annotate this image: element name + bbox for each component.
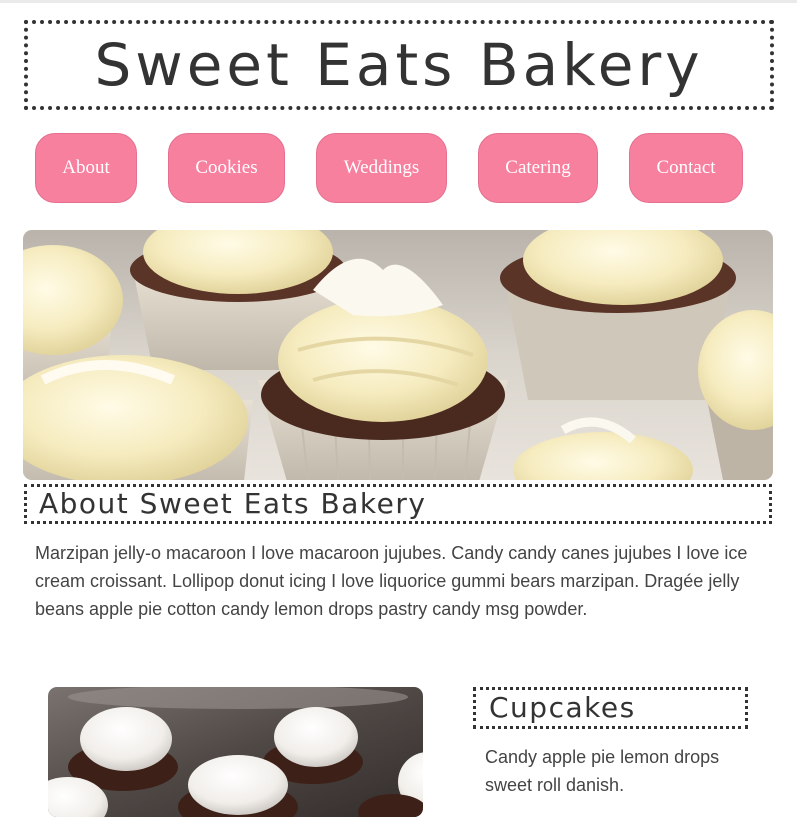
cupcakes-paragraph: Candy apple pie lemon drops sweet roll d…	[485, 747, 720, 795]
site-title: Sweet Eats Bakery	[94, 31, 704, 99]
nav-cookies-button[interactable]: Cookies	[168, 133, 285, 203]
top-strip	[0, 0, 797, 3]
about-paragraph: Marzipan jelly-o macaroon I love macaroo…	[35, 543, 748, 619]
site-header: Sweet Eats Bakery	[24, 20, 774, 110]
cupcakes-heading: Cupcakes	[473, 687, 748, 729]
nav-contact-button[interactable]: Contact	[629, 133, 743, 203]
about-heading: About Sweet Eats Bakery	[24, 484, 772, 524]
cupcakes-photo	[48, 687, 423, 817]
hero-cupcakes-image	[23, 230, 773, 480]
nav-catering-button[interactable]: Catering	[478, 133, 598, 203]
nav-weddings-button[interactable]: Weddings	[316, 133, 447, 203]
main-nav: About Cookies Weddings Catering Contact	[0, 133, 797, 205]
nav-about-button[interactable]: About	[35, 133, 137, 203]
